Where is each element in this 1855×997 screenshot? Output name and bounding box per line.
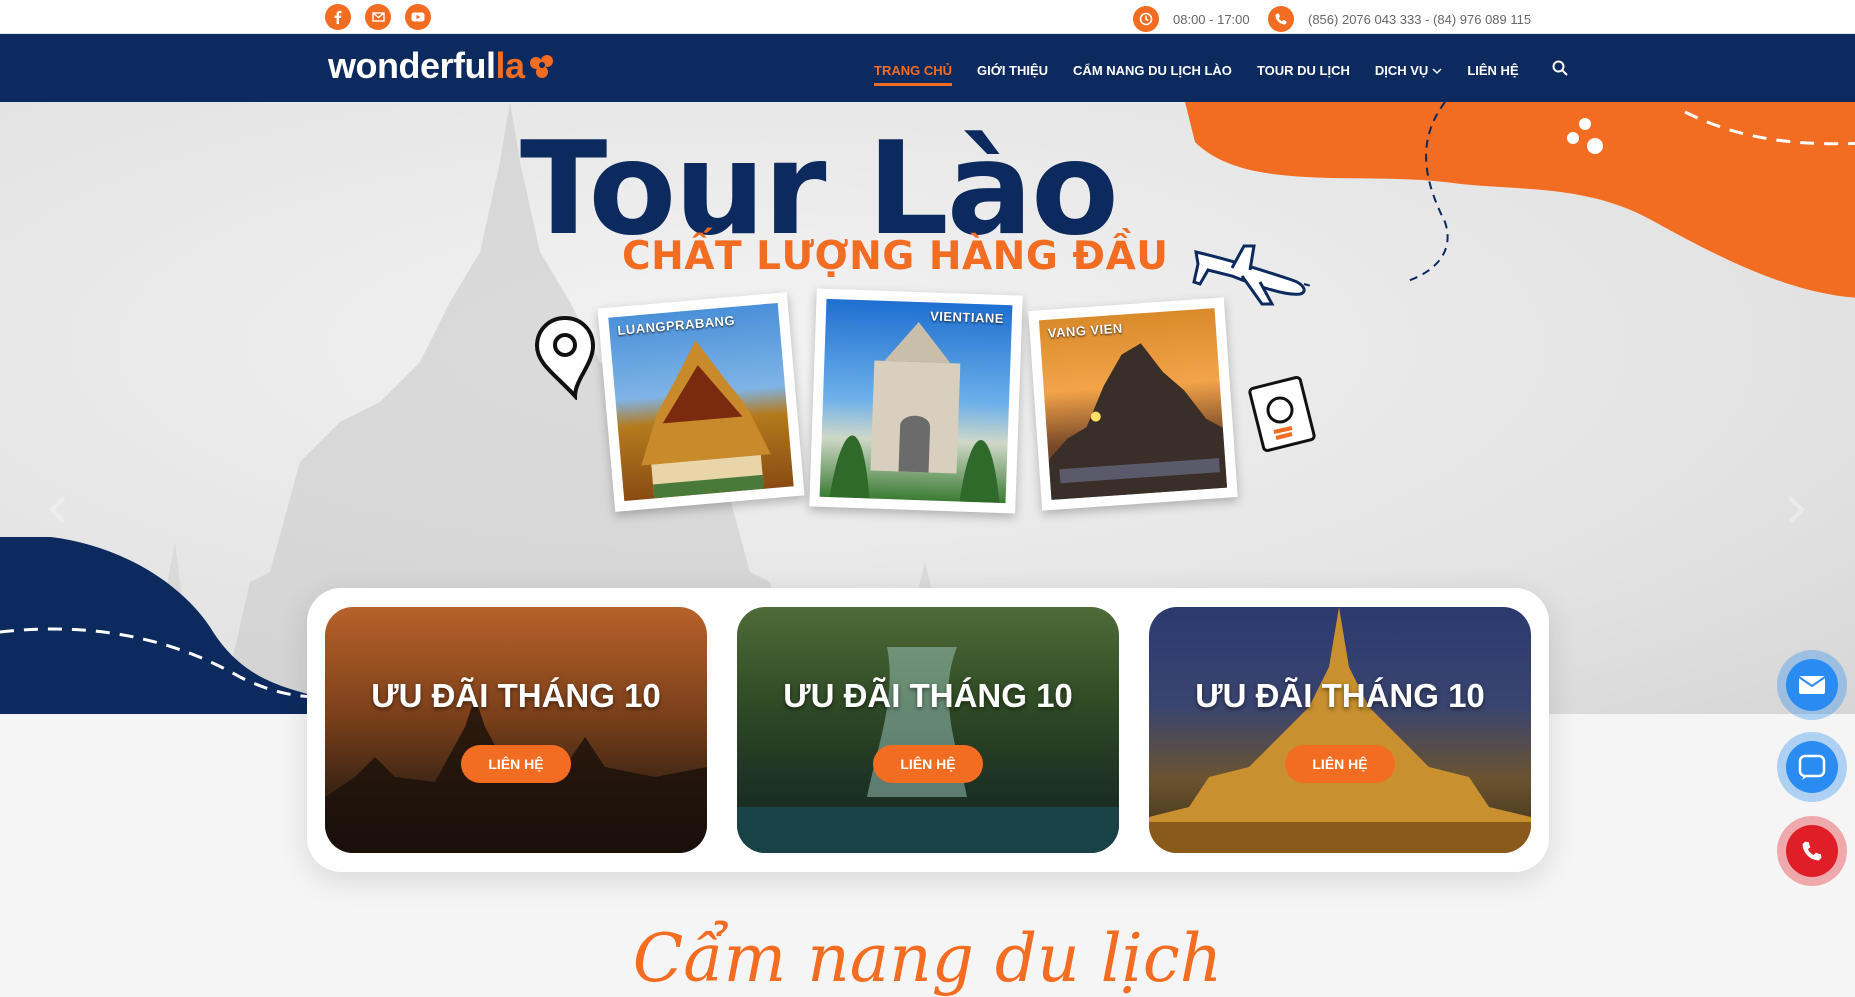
email-icon[interactable] — [365, 4, 391, 30]
section-title: Cẩm nang du lịch — [632, 920, 1223, 997]
logo-text-part1: wonderful — [328, 45, 496, 86]
phone-icon — [1786, 825, 1838, 877]
contact-button[interactable]: LIÊN HỆ — [461, 745, 571, 783]
chevron-down-icon — [1432, 68, 1442, 75]
floating-email-button[interactable] — [1777, 650, 1847, 720]
promo-title: ƯU ĐÃI THÁNG 10 — [783, 677, 1073, 714]
photo-vientiane: VIENTIANE — [809, 288, 1023, 514]
top-bar: 08:00 - 17:00 (856) 2076 043 333 - (84) … — [0, 0, 1855, 34]
contact-button[interactable]: LIÊN HỆ — [1285, 745, 1395, 783]
phones-text: (856) 2076 043 333 - (84) 976 089 115 — [1308, 11, 1532, 27]
passport-icon — [1248, 376, 1316, 452]
youtube-icon[interactable] — [405, 4, 431, 30]
slider-prev-icon[interactable] — [48, 495, 68, 525]
nav-item-contact[interactable]: LIÊN HỆ — [1467, 63, 1518, 78]
hero-subtitle: CHẤT LƯỢNG HÀNG ĐẦU — [622, 234, 1169, 279]
promo-title: ƯU ĐÃI THÁNG 10 — [371, 677, 661, 714]
facebook-icon[interactable] — [325, 4, 351, 30]
floating-zalo-button[interactable] — [1777, 732, 1847, 802]
nav-menu: TRANG CHỦ GIỚI THIỆU CẨM NANG DU LỊCH LÀ… — [874, 60, 1568, 86]
logo-text-part2: la — [495, 45, 525, 86]
contact-phones[interactable]: (856) 2076 043 333 - (84) 976 089 115 — [1268, 6, 1531, 32]
nav-item-services[interactable]: DỊCH VỤ — [1375, 63, 1442, 78]
promo-card-2[interactable]: ƯU ĐÃI THÁNG 10 LIÊN HỆ — [737, 607, 1119, 853]
site-logo[interactable]: wonderful la — [328, 44, 557, 88]
contact-button[interactable]: LIÊN HỆ — [873, 745, 983, 783]
photo-caption: VIENTIANE — [929, 308, 1005, 327]
nav-item-home[interactable]: TRANG CHỦ — [874, 63, 952, 86]
that-luang-illustration — [1149, 607, 1531, 853]
clock-icon — [1133, 6, 1159, 32]
photo-vangvien: VANG VIEN — [1028, 297, 1238, 511]
main-navigation: wonderful la TRANG CHỦ GIỚI THIỆU CẨM NAN… — [0, 34, 1855, 102]
opening-hours: 08:00 - 17:00 — [1133, 6, 1250, 32]
patuxai-illustration — [829, 322, 1000, 503]
nav-item-guide[interactable]: CẨM NANG DU LỊCH LÀO — [1073, 63, 1232, 78]
zalo-icon — [1786, 741, 1838, 793]
slider-next-icon[interactable] — [1786, 495, 1806, 525]
location-pin-icon — [534, 315, 596, 400]
photo-luangprabang: LUANGPRABANG — [597, 292, 805, 512]
promo-card-3[interactable]: ƯU ĐÃI THÁNG 10 LIÊN HỆ — [1149, 607, 1531, 853]
nav-item-services-label: DỊCH VỤ — [1374, 63, 1429, 78]
flower-logo-icon — [529, 55, 553, 78]
hours-text: 08:00 - 17:00 — [1173, 11, 1250, 27]
promo-section: ƯU ĐÃI THÁNG 10 LIÊN HỆ ƯU ĐÃI THÁNG 10 … — [307, 588, 1549, 872]
navy-decor-shape — [0, 537, 320, 714]
phone-icon — [1268, 6, 1294, 32]
search-icon[interactable] — [1552, 60, 1568, 81]
nav-item-about[interactable]: GIỚI THIỆU — [977, 63, 1048, 78]
nav-item-tours[interactable]: TOUR DU LỊCH — [1257, 63, 1350, 78]
waterfall-illustration — [737, 647, 1119, 853]
bagan-silhouette — [325, 697, 707, 853]
floating-phone-button[interactable] — [1777, 816, 1847, 886]
promo-title: ƯU ĐÃI THÁNG 10 — [1195, 677, 1485, 714]
promo-card-1[interactable]: ƯU ĐÃI THÁNG 10 LIÊN HỆ — [325, 607, 707, 853]
email-icon — [1786, 659, 1838, 711]
